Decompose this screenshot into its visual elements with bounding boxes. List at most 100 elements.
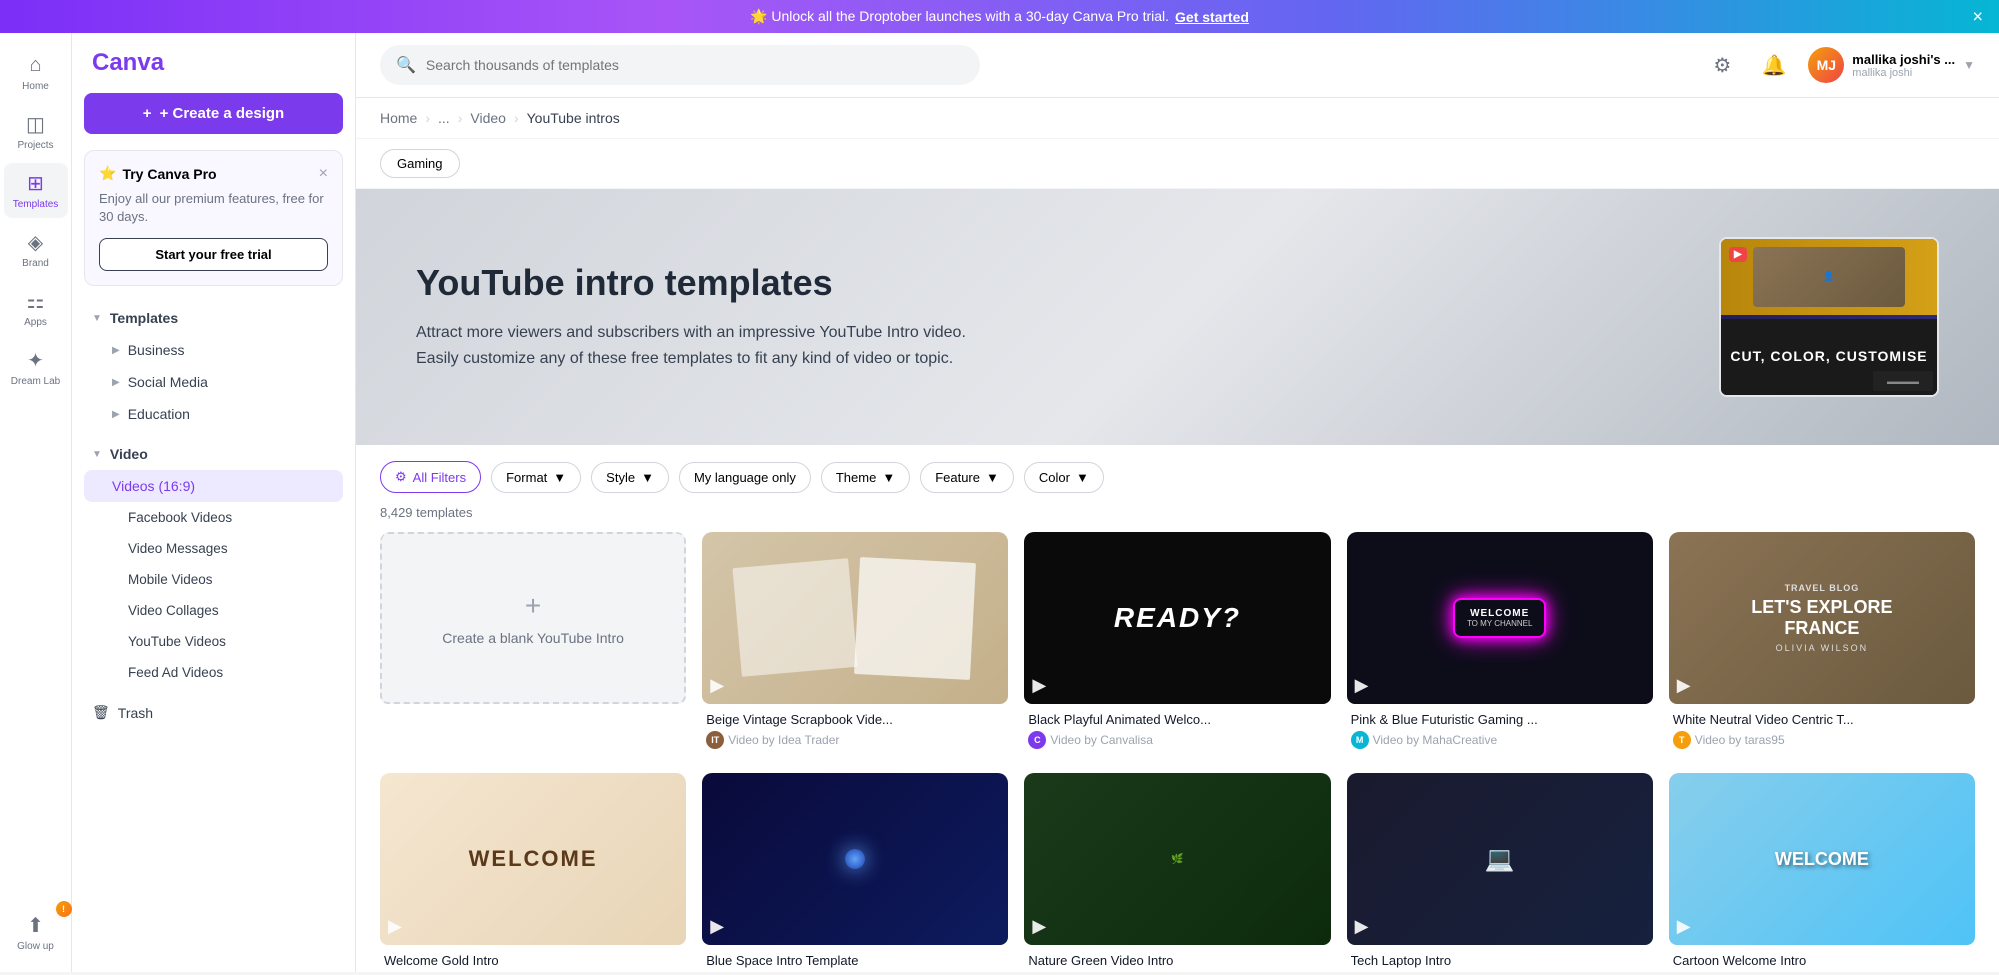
nav-section-video: ▼ Video Videos (16:9) Facebook Videos Vi…: [84, 438, 343, 688]
card-title-9: Cartoon Welcome Intro: [1673, 953, 1971, 970]
blank-label: Create a blank YouTube Intro: [442, 630, 624, 646]
tech-laptop-thumb: 💻 ▶: [1347, 773, 1653, 945]
create-design-button[interactable]: + + Create a design: [84, 93, 343, 134]
nav-item-videos-16-9[interactable]: Videos (16:9): [84, 470, 343, 502]
banner-link[interactable]: Get started: [1175, 9, 1249, 25]
apps-icon: ⚏: [24, 289, 48, 313]
style-filter[interactable]: Style ▼: [591, 462, 669, 493]
home-icon: ⌂: [24, 53, 48, 77]
breadcrumb-video[interactable]: Video: [470, 110, 506, 126]
glowup-badge: !: [56, 901, 72, 917]
sidebar-label-projects: Projects: [17, 140, 53, 151]
try-pro-desc: Enjoy all our premium features, free for…: [99, 190, 328, 226]
nav-section-header-video[interactable]: ▼ Video: [84, 438, 343, 470]
card-info-7: Nature Green Video Intro NV Video by Nat…: [1024, 945, 1330, 972]
template-card-black-playful[interactable]: READY? ▶ Black Playful Animated Welco...…: [1024, 532, 1330, 757]
card-sub-4: T Video by taras95: [1673, 731, 1971, 749]
user-sub: mallika joshi: [1852, 67, 1955, 79]
main-header: 🔍 ⚙ 🔔 MJ mallika joshi's ... mallika jos…: [356, 33, 1999, 98]
notifications-button[interactable]: 🔔: [1756, 47, 1792, 83]
nav-item-facebook-videos[interactable]: Facebook Videos: [84, 502, 343, 533]
create-design-label: + Create a design: [160, 105, 285, 122]
template-card-cartoon[interactable]: WELCOME ▶ Cartoon Welcome Intro CP Video…: [1669, 773, 1975, 972]
card-info-6: Blue Space Intro Template SD Video by Sp…: [702, 945, 1008, 972]
template-card-welcome-gold[interactable]: WELCOME ▶ Welcome Gold Intro CX Video by…: [380, 773, 686, 972]
format-filter[interactable]: Format ▼: [491, 462, 581, 493]
template-card-beige-vintage[interactable]: ▶ Beige Vintage Scrapbook Vide... IT Vid…: [702, 532, 1008, 757]
laptop-emoji: 💻: [1485, 845, 1515, 874]
template-card-neon[interactable]: WELCOME TO MY CHANNEL ▶ Pink & Blue Futu…: [1347, 532, 1653, 757]
card-info-2: Black Playful Animated Welco... C Video …: [1024, 704, 1330, 757]
template-card-nature-green[interactable]: 🌿 ▶ Nature Green Video Intro NV Video by…: [1024, 773, 1330, 972]
breadcrumb-home[interactable]: Home: [380, 110, 417, 126]
sidebar-item-glowup[interactable]: ⬆ Glow up !: [4, 905, 68, 960]
user-dropdown[interactable]: MJ mallika joshi's ... mallika joshi ▼: [1808, 47, 1975, 83]
color-filter[interactable]: Color ▼: [1024, 462, 1104, 493]
feature-chevron-icon: ▼: [986, 470, 999, 485]
nav-item-youtube-videos[interactable]: YouTube Videos: [84, 626, 343, 657]
language-filter[interactable]: My language only: [679, 462, 811, 493]
breadcrumb-sep-1: ›: [425, 110, 430, 126]
neon-sub-text: TO MY CHANNEL: [1467, 619, 1533, 628]
settings-button[interactable]: ⚙: [1704, 47, 1740, 83]
nature-text: 🌿: [1171, 854, 1183, 865]
filter-tag-gaming[interactable]: Gaming: [380, 149, 460, 178]
nav-item-business[interactable]: ▶ Business: [84, 334, 343, 366]
sidebar-item-dreamlab[interactable]: ✦ Dream Lab: [4, 340, 68, 395]
play-icon-7: ▶: [1032, 916, 1046, 937]
try-pro-close[interactable]: ×: [319, 165, 328, 183]
plus-icon: +: [525, 590, 541, 622]
welcome-gold-text: WELCOME: [469, 846, 598, 872]
all-filters-button[interactable]: ⚙ All Filters: [380, 461, 481, 493]
nav-item-video-messages[interactable]: Video Messages: [84, 533, 343, 564]
filters-row: ⚙ All Filters Format ▼ Style ▼ My langua…: [356, 445, 1999, 501]
youtube-icon: ▶: [1729, 247, 1747, 262]
banner-close[interactable]: ×: [1972, 6, 1983, 27]
style-chevron-icon: ▼: [641, 470, 654, 485]
nav-section-header-templates[interactable]: ▼ Templates: [84, 302, 343, 334]
neon-welcome-text: WELCOME: [1467, 608, 1533, 619]
nav-section-templates: ▼ Templates ▶ Business ▶ Social Media ▶ …: [84, 302, 343, 430]
nav-item-education[interactable]: ▶ Education: [84, 398, 343, 430]
template-card-blue-space[interactable]: ▶ Blue Space Intro Template SD Video by …: [702, 773, 1008, 972]
nav-label-youtube-videos: YouTube Videos: [128, 634, 226, 649]
breadcrumb-current: YouTube intros: [527, 110, 620, 126]
card-sub-3: M Video by MahaCreative: [1351, 731, 1649, 749]
nav-label-social-media: Social Media: [128, 374, 208, 390]
theme-label: Theme: [836, 470, 876, 485]
trash-item[interactable]: 🗑 Trash: [84, 696, 343, 729]
card-info-5: Welcome Gold Intro CX Video by CreatorX: [380, 945, 686, 972]
card-avatar: IT: [706, 731, 724, 749]
sidebar-item-projects[interactable]: ◫ Projects: [4, 104, 68, 159]
create-design-plus-icon: +: [143, 105, 152, 122]
nav-item-feed-ad-videos[interactable]: Feed Ad Videos: [84, 657, 343, 688]
nav-item-social-media[interactable]: ▶ Social Media: [84, 366, 343, 398]
nav-item-mobile-videos[interactable]: Mobile Videos: [84, 564, 343, 595]
content-scroll: Home › ... › Video › YouTube intros Gami…: [356, 98, 1999, 972]
templates-section-label: Templates: [110, 310, 178, 326]
template-card-blank[interactable]: + Create a blank YouTube Intro: [380, 532, 686, 757]
breadcrumb-more[interactable]: ...: [438, 110, 450, 126]
sidebar-item-home[interactable]: ⌂ Home: [4, 45, 68, 100]
feature-filter[interactable]: Feature ▼: [920, 462, 1014, 493]
template-card-tech-laptop[interactable]: 💻 ▶ Tech Laptop Intro TM Video by TechMa…: [1347, 773, 1653, 972]
search-input[interactable]: [426, 57, 964, 73]
sidebar-item-apps[interactable]: ⚏ Apps: [4, 281, 68, 336]
nav-label-videos-16-9: Videos (16:9): [112, 478, 195, 494]
nav-label-mobile-videos: Mobile Videos: [128, 572, 213, 587]
sidebar-label-dreamlab: Dream Lab: [11, 376, 60, 387]
start-trial-button[interactable]: Start your free trial: [99, 238, 328, 271]
cartoon-welcome-text: WELCOME: [1775, 849, 1869, 870]
template-card-france[interactable]: TRAVEL BLOG LET'S EXPLOREFRANCE OLIVIA W…: [1669, 532, 1975, 757]
templates-grid: + Create a blank YouTube Intro ▶ Bei: [356, 532, 1999, 972]
nav-label-business: Business: [128, 342, 185, 358]
nav-item-video-collages[interactable]: Video Collages: [84, 595, 343, 626]
sidebar-item-brand[interactable]: ◈ Brand: [4, 222, 68, 277]
sidebar-item-templates[interactable]: ⊞ Templates: [4, 163, 68, 218]
card-avatar-4: T: [1673, 731, 1691, 749]
filter-tags: Gaming: [356, 139, 1999, 189]
nav-panel: Canva + + Create a design × ⭐ Try Canva …: [72, 33, 356, 972]
nav-label-feed-ad-videos: Feed Ad Videos: [128, 665, 223, 680]
theme-filter[interactable]: Theme ▼: [821, 462, 910, 493]
search-bar[interactable]: 🔍: [380, 45, 980, 85]
